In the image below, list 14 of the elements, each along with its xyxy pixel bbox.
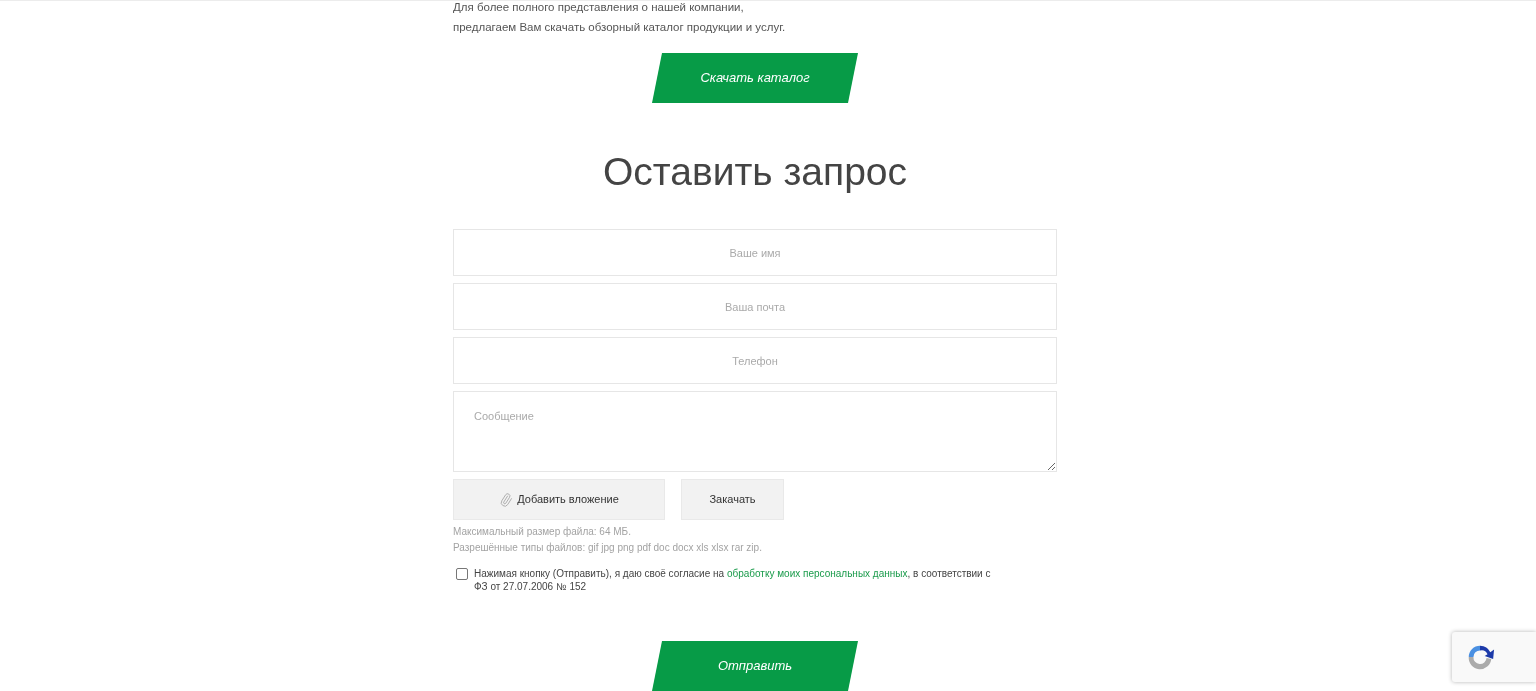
submit-button[interactable]: Отправить [652,641,858,691]
text-field[interactable]: Ваше имя [453,229,1057,276]
form-heading: Оставить запрос [601,149,908,195]
text-field[interactable]: Телефон [453,337,1057,384]
consent-checkbox[interactable] [456,568,468,580]
consent-text: Нажимая кнопку (Отправить), я даю своё согласие на обработку моих персональных данных, в соответствии с ФЗ от 27.07.2006 № 152 [474,567,992,593]
intro-paragraph: Для более полного представления о нашей компании, предлагаем Вам скачать обзорный каталог продукции и услуг. [453,1,787,35]
add-attachment-button[interactable]: Добавить вложение [453,479,665,520]
file-hint-text: Разрешённые типы файлов: gif jpg png pdf doc docx xls xlsx rar zip. [453,541,763,555]
download-catalog-button[interactable]: Скачать каталог [652,53,858,103]
text-field[interactable]: Ваша почта [453,283,1057,330]
message-field[interactable]: Сообщение [453,391,1057,472]
file-hint-text: Максимальный размер файла: 64 МБ. [453,525,632,539]
upload-button[interactable]: Закачать [681,479,784,520]
